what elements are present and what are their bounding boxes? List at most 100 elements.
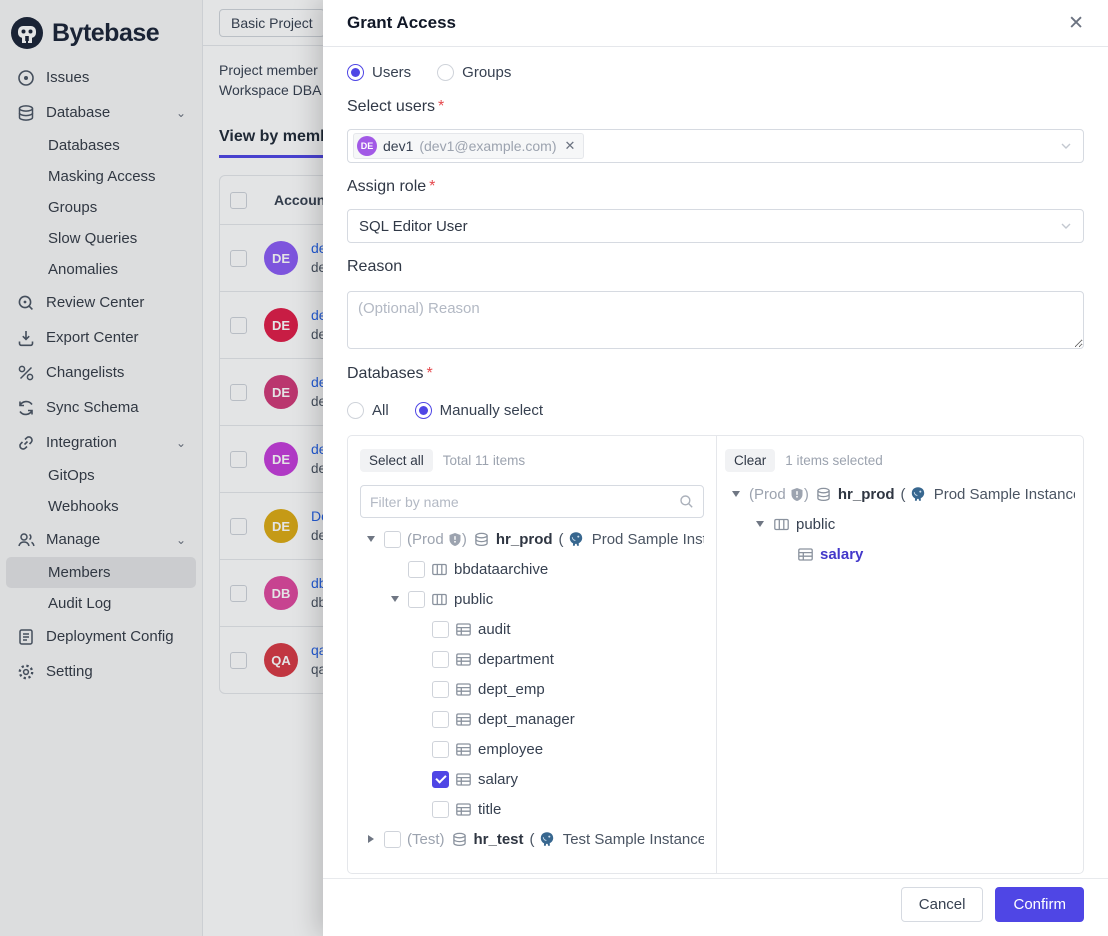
node-checkbox[interactable] [432, 651, 449, 668]
tree-node-title[interactable]: title [360, 794, 704, 824]
tree-node-salary[interactable]: salary [360, 764, 704, 794]
search-icon [679, 494, 694, 509]
confirm-button[interactable]: Confirm [995, 887, 1084, 922]
tree-node-public[interactable]: public [725, 509, 1075, 539]
radio-users[interactable]: Users [347, 64, 411, 81]
selected-count-label: 1 items selected [785, 453, 883, 468]
total-items-label: Total 11 items [443, 453, 525, 468]
remove-user-icon[interactable]: ✕ [565, 138, 576, 154]
node-checkbox[interactable] [384, 831, 401, 848]
radio-all-control[interactable] [347, 402, 364, 419]
node-checkbox[interactable] [432, 711, 449, 728]
database-selector-panel: Select all Total 11 items (Prod ) hr_prod… [347, 435, 1084, 874]
node-label: public [796, 516, 835, 533]
assign-role-value: SQL Editor User [353, 218, 468, 235]
environment-badge: (Prod ) [407, 531, 467, 548]
table-icon [455, 711, 472, 728]
caret-down-icon[interactable] [388, 596, 402, 602]
reason-textarea[interactable] [347, 291, 1084, 349]
instance-label: ( Prod Sample Instance) [559, 531, 704, 548]
database-tree: (Prod ) hr_prod ( Prod Sample Instance) bbd… [360, 524, 704, 854]
tree-node-dept_manager[interactable]: dept_manager [360, 704, 704, 734]
node-label: hr_test [474, 831, 524, 848]
radio-manual-label: Manually select [440, 402, 543, 419]
filter-field[interactable] [360, 485, 704, 518]
close-icon[interactable]: ✕ [1068, 14, 1084, 33]
tree-node-hr_prod[interactable]: (Prod ) hr_prod ( Prod Sample Instance) [360, 524, 704, 554]
tree-node-salary[interactable]: salary [725, 539, 1075, 569]
caret-down-icon[interactable] [729, 491, 743, 497]
assign-role-select[interactable]: SQL Editor User [347, 209, 1084, 243]
tree-node-department[interactable]: department [360, 644, 704, 674]
select-all-button[interactable]: Select all [360, 449, 433, 472]
db-small-icon [451, 831, 468, 848]
environment-badge: (Test) [407, 831, 445, 848]
selector-source-pane: Select all Total 11 items (Prod ) hr_prod… [348, 436, 717, 873]
node-label: salary [478, 771, 518, 788]
filter-input[interactable] [370, 494, 679, 510]
radio-all-label: All [372, 402, 389, 419]
select-users-label: Select users* [347, 98, 1084, 116]
tree-node-bbdataarchive[interactable]: bbdataarchive [360, 554, 704, 584]
radio-users-label: Users [372, 64, 411, 81]
node-checkbox[interactable] [408, 561, 425, 578]
tree-node-hr_test[interactable]: (Test) hr_test ( Test Sample Instance) [360, 824, 704, 854]
databases-label: Databases* [347, 365, 1084, 383]
reason-label: Reason [347, 258, 1084, 276]
radio-all-databases[interactable]: All [347, 402, 389, 419]
selector-source-toolbar: Select all Total 11 items [360, 447, 704, 473]
node-checkbox[interactable] [432, 801, 449, 818]
db-small-icon [815, 486, 832, 503]
schema-icon [431, 561, 448, 578]
assign-role-label: Assign role* [347, 178, 1084, 196]
node-checkbox[interactable] [432, 741, 449, 758]
environment-badge: (Prod ) [749, 486, 809, 503]
required-asterisk: * [438, 98, 444, 115]
radio-manually-select[interactable]: Manually select [415, 402, 543, 419]
schema-icon [431, 591, 448, 608]
table-icon [455, 801, 472, 818]
node-label: title [478, 801, 501, 818]
node-checkbox[interactable] [408, 591, 425, 608]
required-asterisk: * [427, 365, 433, 382]
tree-node-hr_prod[interactable]: (Prod )hr_prod( Prod Sample Instance) [725, 479, 1075, 509]
member-type-radio-group: Users Groups [347, 61, 1084, 83]
caret-right-icon[interactable] [364, 835, 378, 843]
cancel-button[interactable]: Cancel [901, 887, 984, 922]
radio-groups[interactable]: Groups [437, 64, 511, 81]
node-label: public [454, 591, 493, 608]
table-icon [455, 621, 472, 638]
radio-users-control[interactable] [347, 64, 364, 81]
modal-title: Grant Access [347, 13, 456, 33]
schema-icon [773, 516, 790, 533]
radio-groups-control[interactable] [437, 64, 454, 81]
select-users-field[interactable]: DE dev1 (dev1@example.com) ✕ [347, 129, 1084, 163]
tree-node-audit[interactable]: audit [360, 614, 704, 644]
modal-body: Users Groups Select users* DE dev1 (dev1… [323, 47, 1108, 878]
node-checkbox[interactable] [432, 681, 449, 698]
node-label: department [478, 651, 554, 668]
node-checkbox[interactable] [432, 771, 449, 788]
tree-node-dept_emp[interactable]: dept_emp [360, 674, 704, 704]
node-label: hr_prod [496, 531, 553, 548]
modal-header: Grant Access ✕ [323, 0, 1108, 47]
node-checkbox[interactable] [432, 621, 449, 638]
chevron-down-icon [1059, 219, 1073, 233]
selected-user-chip: DE dev1 (dev1@example.com) ✕ [353, 133, 584, 159]
databases-scope-radio-group: All Manually select [347, 399, 1084, 421]
grant-access-modal: Grant Access ✕ Users Groups Select users… [323, 0, 1108, 936]
node-label: salary [820, 546, 863, 563]
instance-label: ( Test Sample Instance) [530, 831, 704, 848]
avatar: DE [357, 136, 377, 156]
node-label: audit [478, 621, 511, 638]
caret-down-icon[interactable] [364, 536, 378, 542]
caret-down-icon[interactable] [753, 521, 767, 527]
table-icon [455, 651, 472, 668]
tree-node-employee[interactable]: employee [360, 734, 704, 764]
radio-manual-control[interactable] [415, 402, 432, 419]
node-checkbox[interactable] [384, 531, 401, 548]
node-label: bbdataarchive [454, 561, 548, 578]
tree-node-public[interactable]: public [360, 584, 704, 614]
clear-button[interactable]: Clear [725, 449, 775, 472]
db-small-icon [473, 531, 490, 548]
